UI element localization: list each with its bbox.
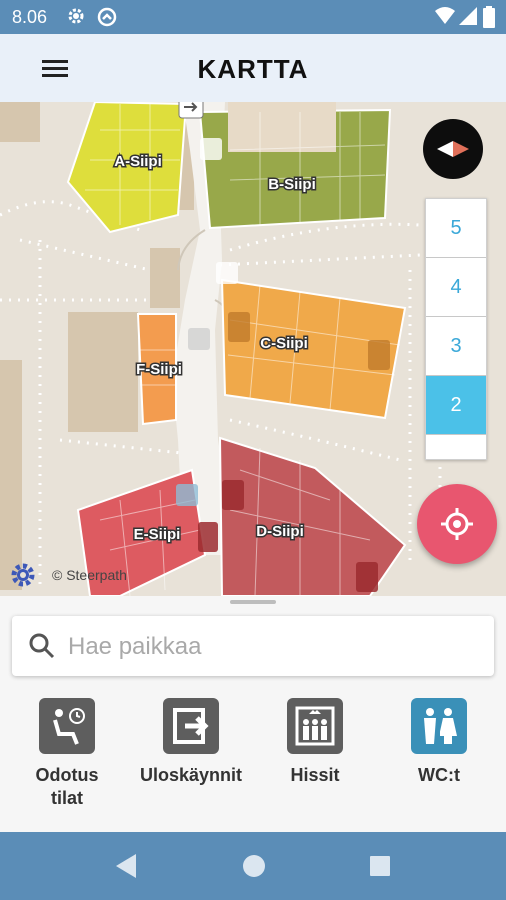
system-nav-bar	[0, 832, 506, 900]
wing-label-c: C-Siipi	[260, 335, 308, 352]
wing-label-b: B-Siipi	[268, 176, 316, 193]
exit-icon	[163, 698, 219, 754]
search-icon	[29, 633, 55, 659]
wing-label-a: A-Siipi	[114, 153, 162, 170]
category-label-waiting: Odotus tilat	[35, 765, 99, 808]
category-exits[interactable]: Uloskäynnit	[130, 698, 252, 787]
category-waiting-rooms[interactable]: Odotus tilat	[6, 698, 128, 810]
floor-button-4[interactable]: 4	[426, 258, 486, 317]
category-elevators[interactable]: Hissit	[254, 698, 376, 787]
signal-icon	[459, 7, 477, 25]
elevator-icon	[287, 698, 343, 754]
status-bar: 8.06	[0, 0, 506, 34]
wing-label-d: D-Siipi	[256, 523, 304, 540]
category-label-elevators: Hissit	[290, 765, 340, 785]
battery-icon	[483, 6, 495, 28]
wifi-icon	[435, 7, 455, 24]
home-icon[interactable]	[242, 852, 266, 880]
map-credit: © Steerpath	[52, 567, 127, 583]
compass-icon	[437, 141, 469, 157]
locate-me-button[interactable]	[417, 484, 497, 564]
wing-label-f: F-Siipi	[136, 361, 182, 378]
search-input[interactable]	[66, 626, 480, 668]
restroom-icon	[411, 698, 467, 754]
category-label-exits: Uloskäynnit	[139, 765, 243, 785]
search-box[interactable]	[12, 616, 494, 676]
waiting-room-icon	[39, 698, 95, 754]
gear-icon	[68, 8, 84, 24]
sheet-drag-handle[interactable]	[230, 600, 276, 604]
floor-selector: 5 4 3 2	[425, 198, 487, 460]
floor-button-5[interactable]: 5	[426, 199, 486, 258]
wing-label-e: E-Siipi	[134, 526, 181, 543]
sync-icon	[97, 7, 117, 27]
floor-button-2[interactable]: 2	[426, 376, 486, 435]
map-settings-gear-icon[interactable]	[8, 560, 38, 590]
status-time: 8.06	[12, 7, 48, 27]
app-bar: KARTTA	[0, 34, 506, 102]
floor-button-3[interactable]: 3	[426, 317, 486, 376]
category-label-restrooms: WC:t	[418, 765, 460, 785]
compass-button[interactable]	[423, 119, 483, 179]
crosshair-icon	[441, 508, 473, 540]
recents-icon[interactable]	[368, 852, 392, 880]
category-restrooms[interactable]: WC:t	[378, 698, 500, 787]
page-title: KARTTA	[197, 54, 309, 84]
back-icon[interactable]	[114, 852, 140, 880]
